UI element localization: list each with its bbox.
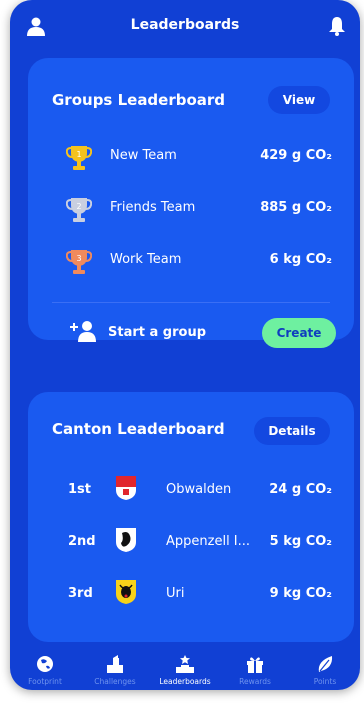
create-group-button[interactable]: Create <box>262 318 336 348</box>
tab-label: Rewards <box>239 677 271 686</box>
globe-icon <box>37 656 53 672</box>
details-button[interactable]: Details <box>254 417 330 445</box>
canton-row-3[interactable]: 3rd Uri 9 kg CO₂ <box>28 578 354 610</box>
gold-trophy-icon: 1 <box>66 146 92 170</box>
tab-leaderboards[interactable]: Leaderboards <box>150 655 220 690</box>
podium-icon <box>176 655 194 673</box>
group-name: Work Team <box>110 252 182 267</box>
tab-footprint[interactable]: Footprint <box>10 655 80 690</box>
group-value: 885 g CO₂ <box>260 200 332 215</box>
tab-label: Footprint <box>28 677 62 686</box>
canton-value: 24 g CO₂ <box>269 482 332 497</box>
canton-rank: 1st <box>68 482 91 497</box>
canton-row-1[interactable]: 1st Obwalden 24 g CO₂ <box>28 474 354 506</box>
canton-leaderboard-card: Canton Leaderboard Details 1st Obwalden … <box>28 392 354 642</box>
app-header: Leaderboards <box>10 0 360 52</box>
trophy-rank-3: 3 <box>76 254 81 263</box>
page-title: Leaderboards <box>130 17 240 33</box>
canton-leaderboard-title: Canton Leaderboard <box>52 420 225 438</box>
canton-rank: 2nd <box>68 534 96 549</box>
tab-points[interactable]: Points <box>290 655 360 690</box>
group-value: 429 g CO₂ <box>260 148 332 163</box>
groups-leaderboard-card: Groups Leaderboard View 1 New Team 429 g… <box>28 58 354 348</box>
group-row-2[interactable]: 2 Friends Team 885 g CO₂ <box>28 194 354 224</box>
obwalden-crest-icon <box>116 476 136 500</box>
canton-name: Appenzell I... <box>166 534 251 549</box>
silver-trophy-icon: 2 <box>66 198 92 222</box>
uri-crest-icon <box>116 580 136 604</box>
group-row-1[interactable]: 1 New Team 429 g CO₂ <box>28 142 354 172</box>
canton-name: Uri <box>166 586 185 601</box>
bell-icon[interactable] <box>328 16 346 36</box>
groups-leaderboard-title: Groups Leaderboard <box>52 91 226 109</box>
bronze-trophy-icon: 3 <box>66 250 92 274</box>
canton-row-2[interactable]: 2nd Appenzell I... 5 kg CO₂ <box>28 526 354 558</box>
trophy-rank-1: 1 <box>76 150 81 159</box>
group-name: New Team <box>110 148 177 163</box>
start-group-label: Start a group <box>108 325 207 340</box>
tab-challenges[interactable]: Challenges <box>80 655 150 690</box>
view-button[interactable]: View <box>268 86 330 114</box>
trophy-rank-2: 2 <box>76 202 81 211</box>
gift-icon <box>247 657 263 673</box>
tab-label: Challenges <box>94 677 136 686</box>
tab-label: Leaderboards <box>159 677 211 686</box>
canton-rank: 3rd <box>68 586 93 601</box>
challenges-icon <box>107 655 123 673</box>
tab-label: Points <box>313 677 337 686</box>
group-name: Friends Team <box>110 200 196 215</box>
group-row-3[interactable]: 3 Work Team 6 kg CO₂ <box>28 246 354 276</box>
canton-value: 9 kg CO₂ <box>269 586 332 601</box>
canton-name: Obwalden <box>166 482 232 497</box>
tab-rewards[interactable]: Rewards <box>220 655 290 690</box>
divider <box>52 302 330 303</box>
add-group-icon <box>70 321 96 342</box>
leaf-icon <box>318 656 333 672</box>
group-value: 6 kg CO₂ <box>269 252 332 267</box>
appenzell-crest-icon <box>116 528 136 552</box>
phone-screen: Leaderboards Groups Leaderboard View 1 N… <box>10 0 360 690</box>
canton-value: 5 kg CO₂ <box>269 534 332 549</box>
bottom-tab-bar: Footprint Challenges Leaderboards Reward… <box>10 655 360 690</box>
